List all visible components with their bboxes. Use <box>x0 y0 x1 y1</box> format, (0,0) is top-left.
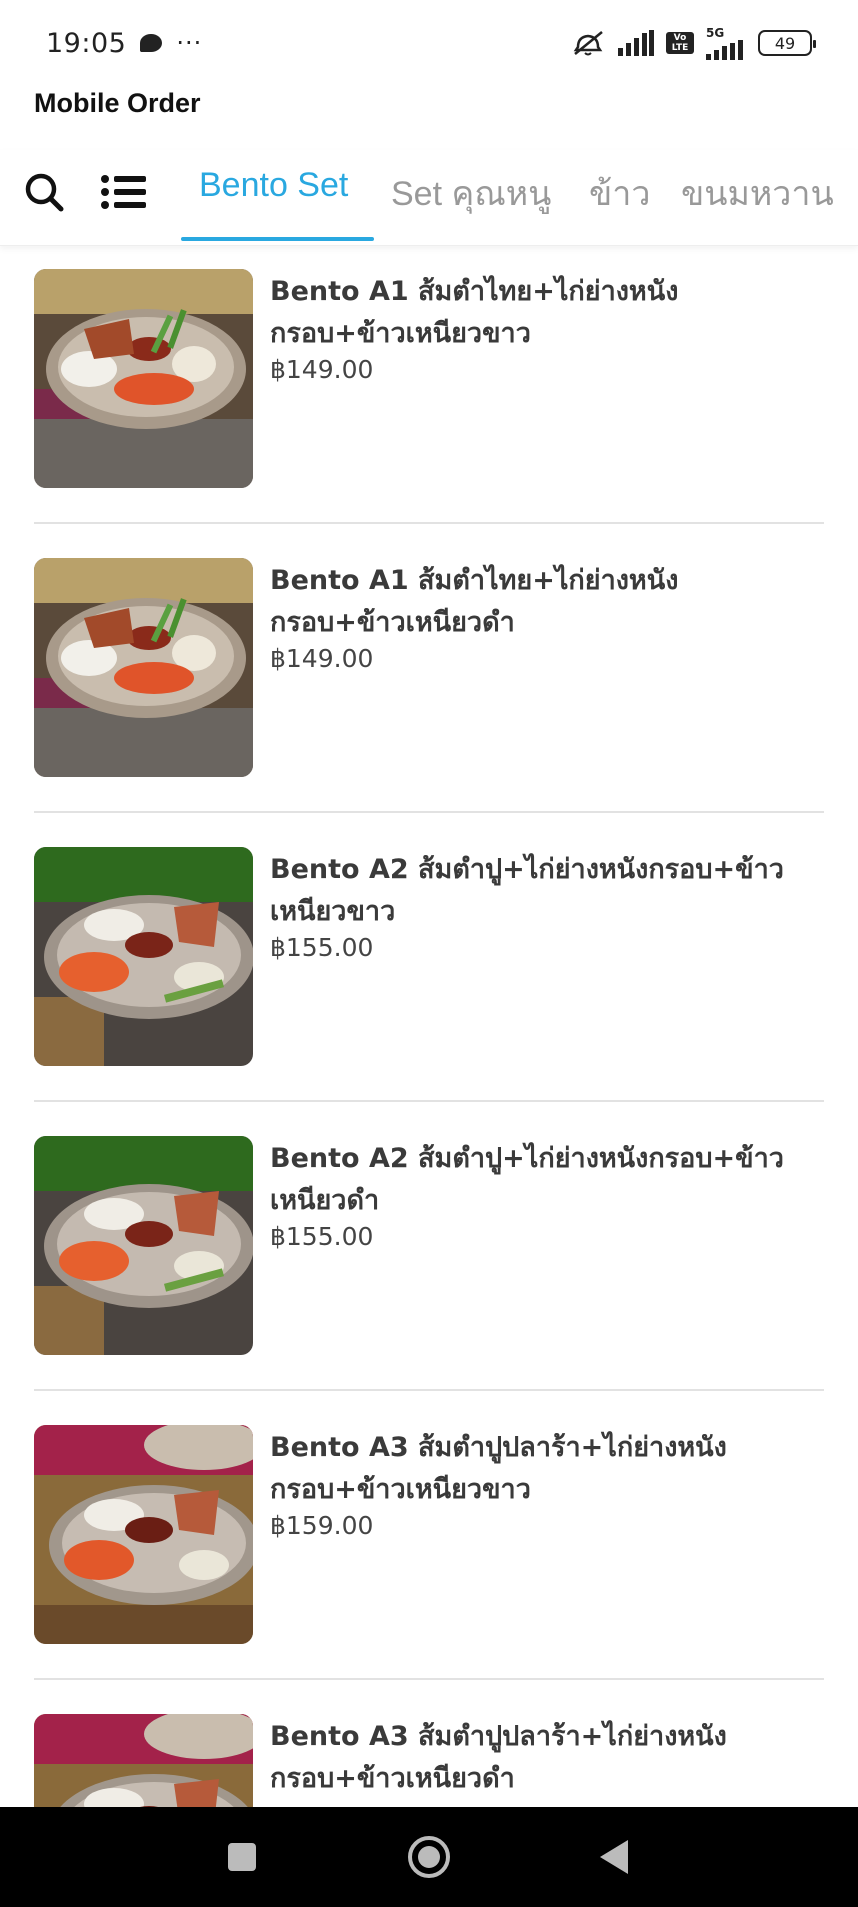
item-name: Bento A3 ส้มตำปูปลาร้า+ไก่ย่างหนังกรอบ+ข… <box>270 1721 727 1794</box>
menu-item[interactable]: Bento A2 ส้มตำปู+ไก่ย่างหนังกรอบ+ข้าวเหน… <box>0 1114 858 1403</box>
tab-bento-set[interactable]: Bento Set <box>199 166 348 205</box>
divider <box>34 1100 824 1102</box>
menu-item[interactable]: Bento A3 ส้มตำปูปลาร้า+ไก่ย่างหนังกรอบ+ข… <box>0 1692 858 1807</box>
signal-icon <box>618 30 654 56</box>
page-title: Mobile Order <box>34 88 201 118</box>
food-image <box>34 558 253 777</box>
menu-list: Bento A1 ส้มตำไทย+ไก่ย่างหนังกรอบ+ข้าวเห… <box>0 247 858 1807</box>
battery-icon: 49 <box>758 30 816 56</box>
battery-level: 49 <box>774 33 796 53</box>
menu-item[interactable]: Bento A1 ส้มตำไทย+ไก่ย่างหนังกรอบ+ข้าวเห… <box>0 247 858 536</box>
menu-item[interactable]: Bento A3 ส้มตำปูปลาร้า+ไก่ย่างหนังกรอบ+ข… <box>0 1403 858 1692</box>
divider <box>34 1678 824 1680</box>
more-notifications-icon: ··· <box>176 29 203 57</box>
menu-item[interactable]: Bento A2 ส้มตำปู+ไก่ย่างหนังกรอบ+ข้าวเหน… <box>0 825 858 1114</box>
item-name: Bento A1 ส้มตำไทย+ไก่ย่างหนังกรอบ+ข้าวเห… <box>270 565 679 638</box>
item-price: ฿149.00 <box>270 355 374 384</box>
item-price: ฿149.00 <box>270 644 374 673</box>
recent-apps-icon[interactable] <box>228 1843 256 1871</box>
home-icon[interactable] <box>408 1836 450 1878</box>
menu-item[interactable]: Bento A1 ส้มตำไทย+ไก่ย่างหนังกรอบ+ข้าวเห… <box>0 536 858 825</box>
back-icon[interactable] <box>600 1840 628 1874</box>
category-tab-bar: Bento Set Set คุณหนู ข้าว ขนมหวาน <box>0 150 858 246</box>
divider <box>34 522 824 524</box>
item-name: Bento A2 ส้มตำปู+ไก่ย่างหนังกรอบ+ข้าวเหน… <box>270 1143 784 1216</box>
system-nav-bar <box>0 1807 858 1907</box>
food-image <box>34 1714 253 1807</box>
item-name: Bento A2 ส้มตำปู+ไก่ย่างหนังกรอบ+ข้าวเหน… <box>270 854 784 927</box>
item-name: Bento A1 ส้มตำไทย+ไก่ย่างหนังกรอบ+ข้าวเห… <box>270 276 679 349</box>
item-price: ฿155.00 <box>270 933 374 962</box>
signal-5g-icon <box>706 40 743 60</box>
search-icon[interactable] <box>22 170 66 214</box>
volte-icon: Vo LTE <box>666 32 694 54</box>
food-image <box>34 269 253 488</box>
list-menu-icon[interactable] <box>100 172 148 212</box>
status-time: 19:05 <box>46 27 127 59</box>
chat-bubble-icon <box>140 34 163 52</box>
tab-set-khun-nu[interactable]: Set คุณหนู <box>391 166 551 220</box>
status-bar: 19:05 ··· Vo LTE 5G 49 <box>0 0 858 86</box>
food-image <box>34 847 253 1066</box>
active-tab-indicator <box>181 237 374 241</box>
food-image <box>34 1136 253 1355</box>
divider <box>34 811 824 813</box>
item-name: Bento A3 ส้มตำปูปลาร้า+ไก่ย่างหนังกรอบ+ข… <box>270 1432 727 1505</box>
item-price: ฿159.00 <box>270 1511 374 1540</box>
tab-rice[interactable]: ข้าว <box>589 166 650 220</box>
tab-dessert[interactable]: ขนมหวาน <box>681 166 834 220</box>
food-image <box>34 1425 253 1644</box>
item-price: ฿155.00 <box>270 1222 374 1251</box>
network-5g-label: 5G <box>706 26 725 40</box>
divider <box>34 1389 824 1391</box>
mute-icon <box>573 31 603 56</box>
